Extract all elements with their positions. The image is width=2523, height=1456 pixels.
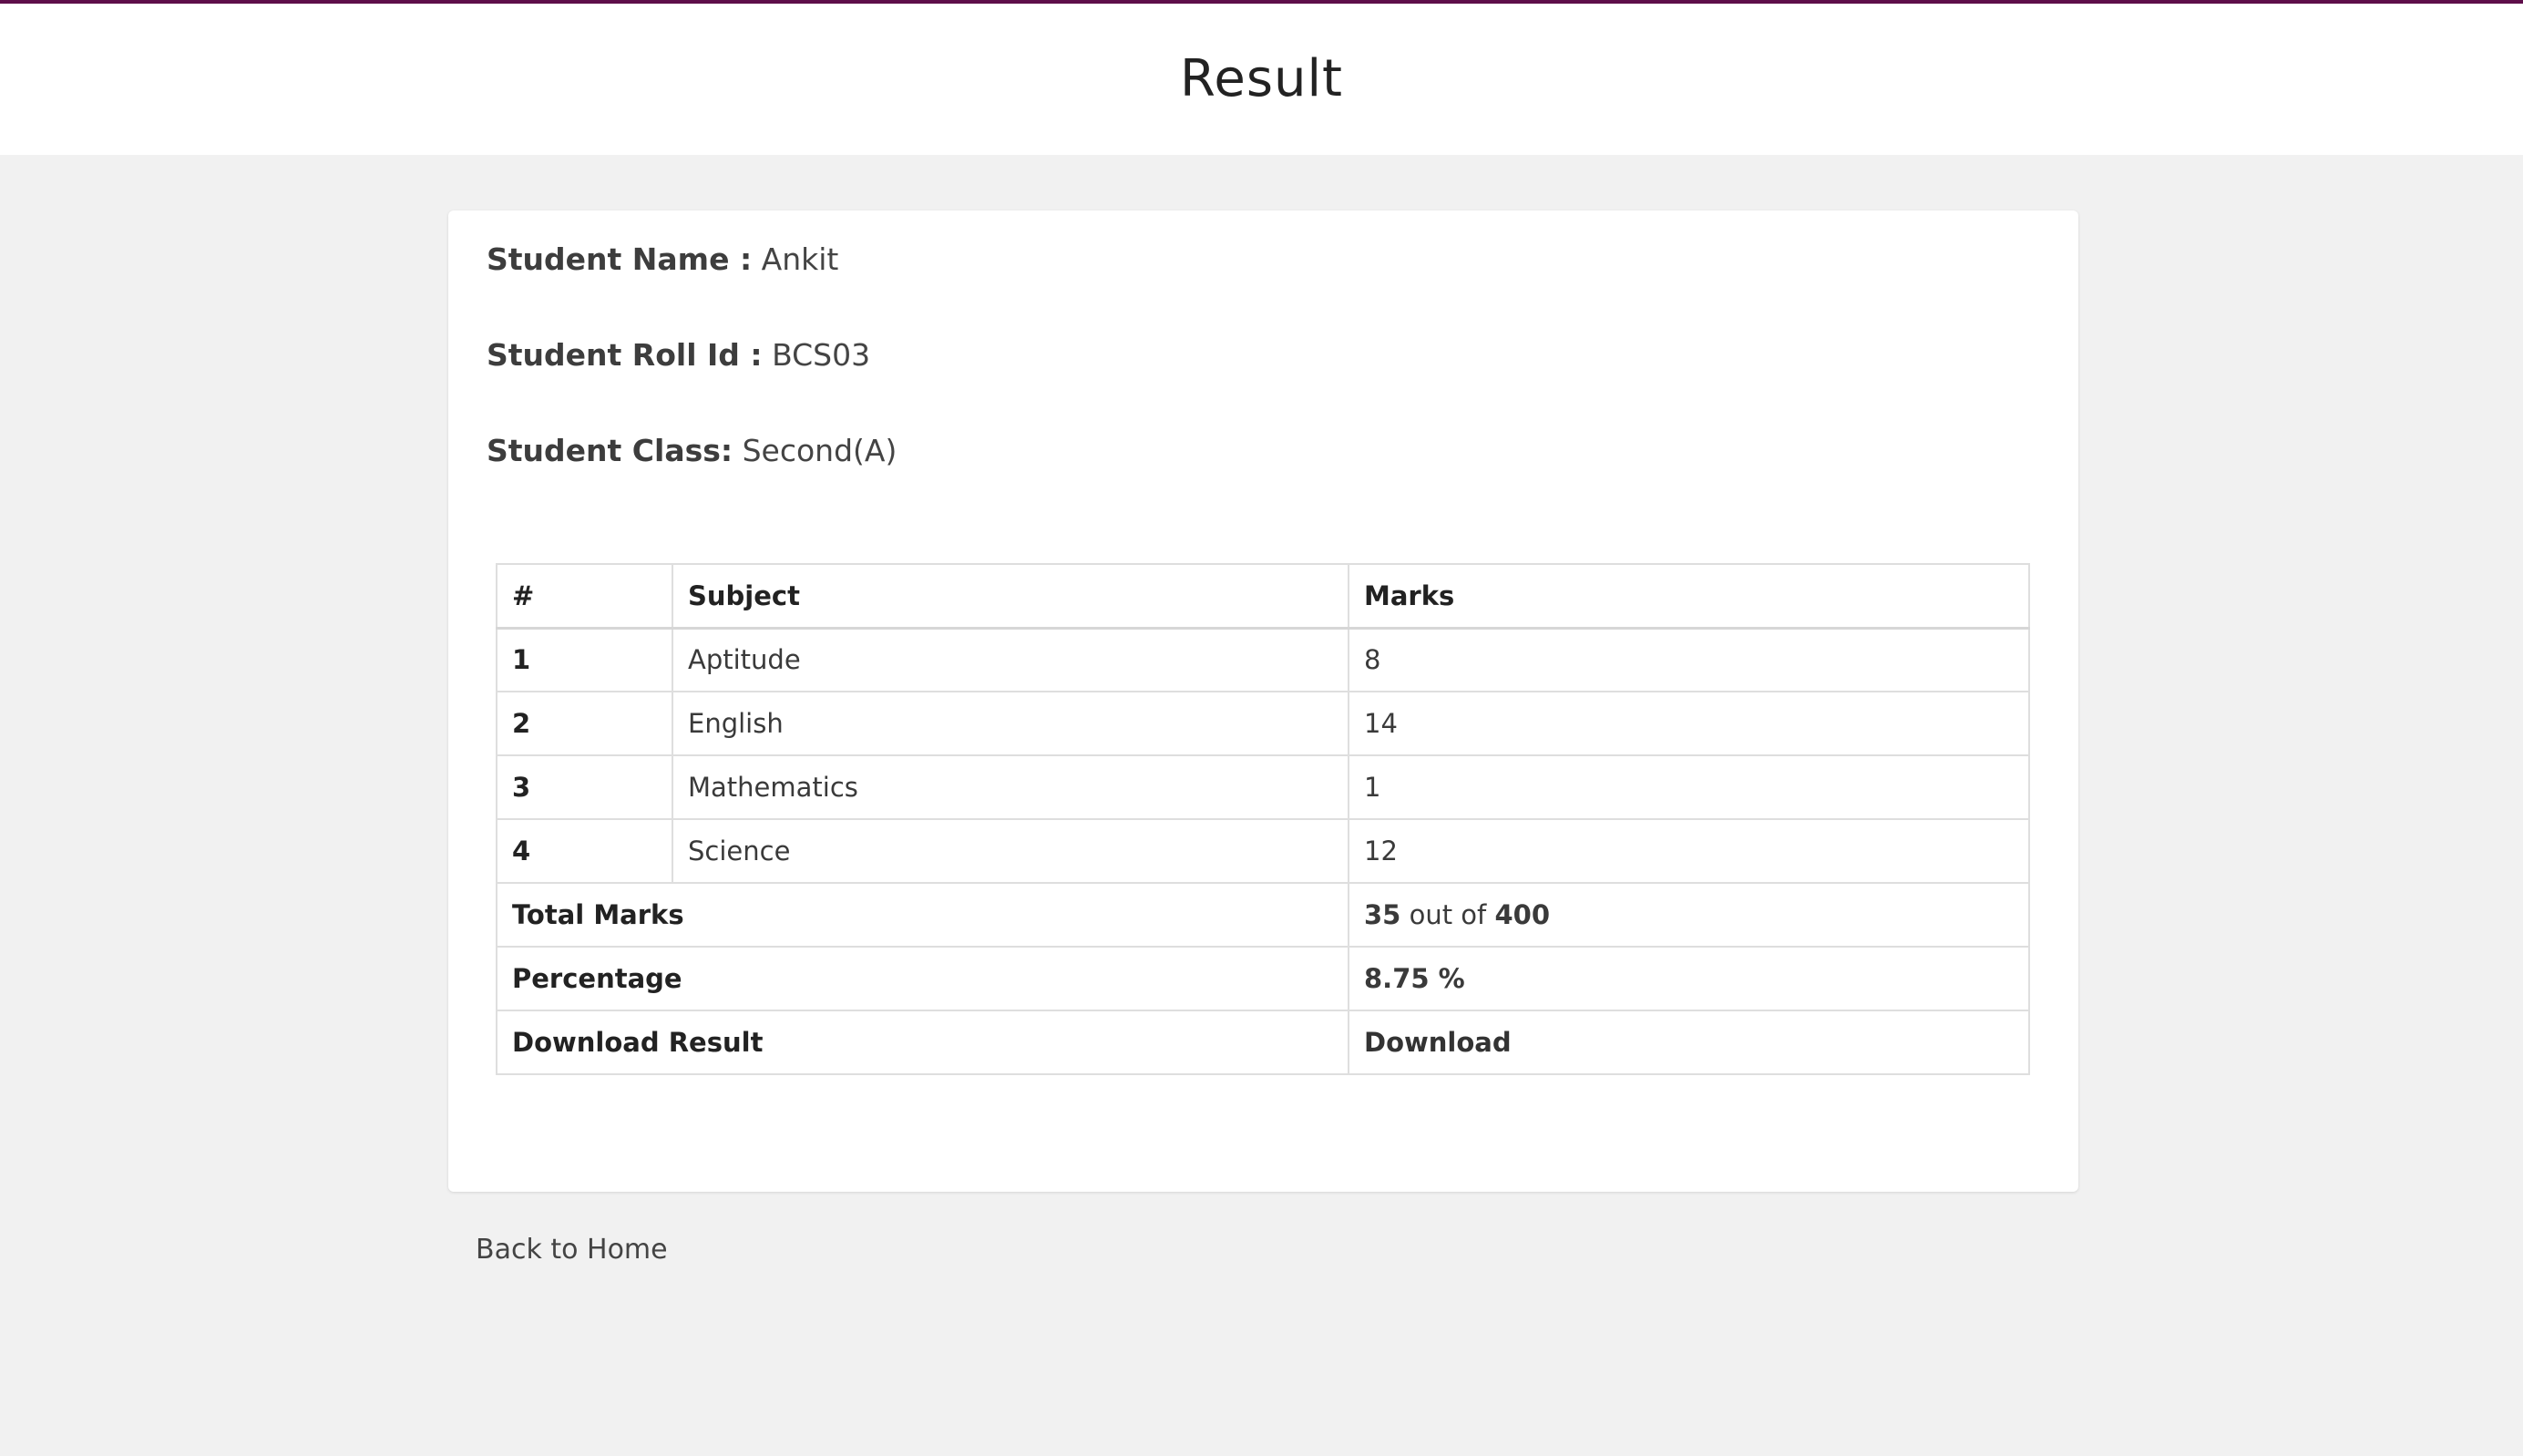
row-number: 4 (496, 818, 673, 884)
row-marks: 8 (1348, 627, 2030, 692)
page-header: Result (0, 0, 2523, 155)
row-subject: English (672, 691, 1349, 756)
table-row: 2 English 14 (496, 691, 2030, 756)
student-roll-value: BCS03 (772, 337, 871, 373)
percentage-label: Percentage (496, 946, 1349, 1011)
student-name-value: Ankit (761, 241, 839, 277)
student-class-label: Student Class: (487, 433, 733, 468)
percentage-value: 8.75 % (1348, 946, 2030, 1011)
download-result-label: Download Result (496, 1010, 1349, 1075)
table-header-row: # Subject Marks (496, 563, 2030, 630)
total-max: 400 (1494, 899, 1551, 930)
download-cell: Download (1348, 1010, 2030, 1075)
page-title: Result (1179, 49, 1344, 108)
student-name-label: Student Name : (487, 241, 753, 277)
student-class-line: Student Class: Second(A) (487, 433, 897, 468)
total-marks-label: Total Marks (496, 882, 1349, 948)
row-marks: 1 (1348, 754, 2030, 820)
student-name-line: Student Name : Ankit (487, 241, 838, 277)
total-marks-row: Total Marks 35 out of 400 (496, 882, 2030, 948)
row-subject: Mathematics (672, 754, 1349, 820)
total-marks-value: 35 out of 400 (1348, 882, 2030, 948)
column-header-number: # (496, 563, 673, 630)
back-to-home-link[interactable]: Back to Home (476, 1234, 668, 1266)
download-link[interactable]: Download (1364, 1027, 1512, 1058)
row-number: 3 (496, 754, 673, 820)
download-row: Download Result Download (496, 1010, 2030, 1075)
row-number: 2 (496, 691, 673, 756)
row-subject: Science (672, 818, 1349, 884)
row-marks: 12 (1348, 818, 2030, 884)
row-marks: 14 (1348, 691, 2030, 756)
table-row: 1 Aptitude 8 (496, 627, 2030, 692)
row-subject: Aptitude (672, 627, 1349, 692)
marks-table: # Subject Marks 1 Aptitude 8 2 English 1… (496, 563, 2030, 1075)
student-roll-line: Student Roll Id : BCS03 (487, 337, 870, 373)
student-class-value: Second(A) (742, 433, 897, 468)
total-separator: out of (1409, 899, 1487, 930)
table-row: 4 Science 12 (496, 818, 2030, 884)
column-header-marks: Marks (1348, 563, 2030, 630)
result-card: Student Name : Ankit Student Roll Id : B… (448, 210, 2078, 1192)
total-obtained: 35 (1364, 899, 1401, 930)
percentage-row: Percentage 8.75 % (496, 946, 2030, 1011)
column-header-subject: Subject (672, 563, 1349, 630)
table-row: 3 Mathematics 1 (496, 754, 2030, 820)
student-roll-label: Student Roll Id : (487, 337, 763, 373)
row-number: 1 (496, 627, 673, 692)
